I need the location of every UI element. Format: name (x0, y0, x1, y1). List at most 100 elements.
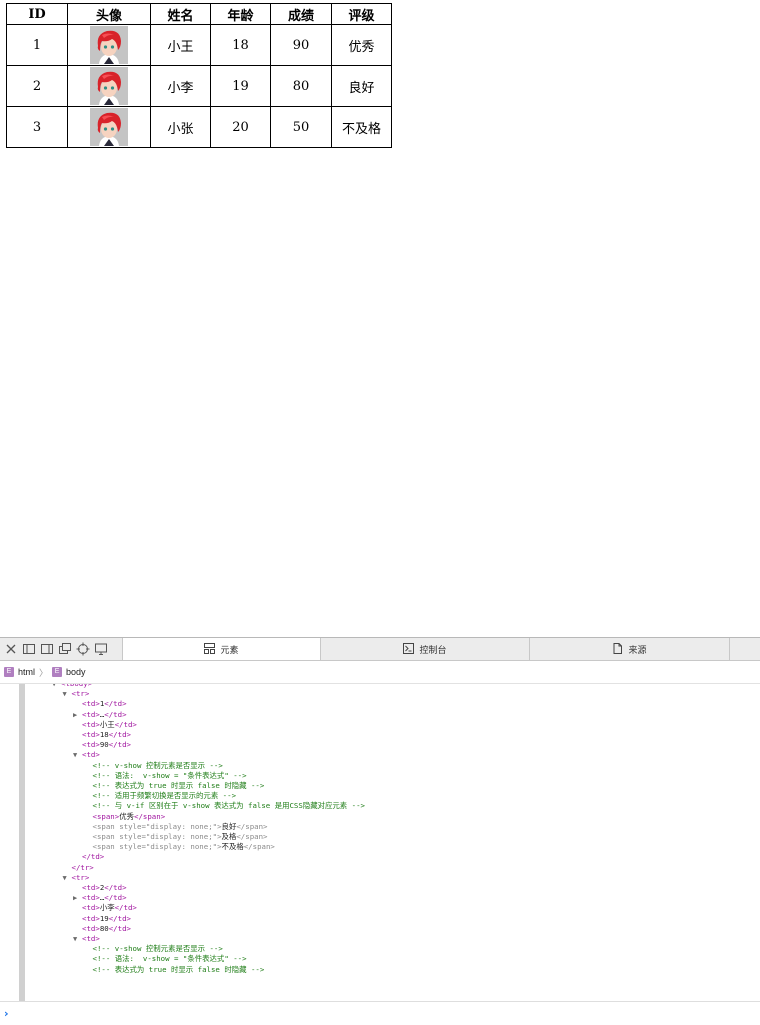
disclosure-expanded-icon[interactable]: ▼ (63, 689, 72, 699)
tab-console-label: 控制台 (419, 644, 447, 655)
dom-node-line[interactable]: <td>19</td> (73, 914, 131, 924)
dom-node-line[interactable]: <!-- 表达式为 true 时显示 false 时隐藏 --> (84, 781, 265, 791)
dom-text: 90 (99, 740, 109, 750)
dom-node-line[interactable]: <!-- 与 v-if 区别在于 v-show 表达式为 false 是用CSS… (84, 801, 365, 811)
breadcrumb-html[interactable]: E html (4, 667, 35, 677)
disclosure-expanded-icon[interactable]: ▼ (73, 750, 82, 760)
tab-elements[interactable]: 元素 (122, 638, 320, 660)
dom-node-line[interactable]: <td>80</td> (73, 924, 131, 934)
dom-tree: ▼<tbody>▼<tr><td>1</td>▶<td>…</td><td>小王… (0, 684, 760, 1002)
devtools-panel: 元素 控制台 来源 E html 〉 E body ▼<tbody>▼<tr><… (0, 637, 760, 1025)
tab-elements-label: 元素 (220, 644, 239, 655)
document-icon (612, 642, 623, 656)
dom-tag: </td> (104, 709, 127, 719)
element-badge-icon: E (52, 667, 63, 677)
dom-tag: <span style="display: none;"> (92, 832, 222, 841)
dom-node-line[interactable]: <!-- 语法: v-show = "条件表达式" --> (84, 771, 247, 781)
dom-node-line[interactable]: <td>1</td> (73, 699, 127, 709)
avatar (90, 108, 128, 146)
tab-overflow (729, 638, 760, 660)
dom-tag: <td> (82, 883, 100, 892)
dom-tag: <td> (82, 719, 100, 729)
dom-node-line[interactable]: <td>18</td> (73, 730, 131, 740)
dom-node-line[interactable]: <!-- 表达式为 true 时显示 false 时隐藏 --> (84, 965, 265, 975)
dom-tag: <td> (82, 934, 100, 943)
dom-tag: <td> (82, 730, 100, 739)
table-row: 1 小王 18 90 优秀 (6, 24, 392, 66)
cell-id: 1 (6, 24, 68, 66)
dom-node-line[interactable]: <span style="display: none;">及格</span> (84, 832, 268, 842)
disclosure-collapsed-icon[interactable]: ▶ (73, 893, 82, 903)
dom-node-line[interactable]: <!-- v-show 控制元素是否显示 --> (84, 761, 223, 771)
dom-comment: <!-- 适用于频繁切换是否显示的元素 --> (92, 791, 237, 801)
breadcrumb-body[interactable]: E body (52, 667, 86, 677)
dom-comment: <!-- 与 v-if 区别在于 v-show 表达式为 false 是用CSS… (92, 801, 365, 811)
header-id: ID (6, 3, 68, 25)
dom-tag: </td> (104, 883, 127, 892)
cell-score: 80 (270, 65, 332, 107)
header-name: 姓名 (150, 3, 211, 25)
dock-left-icon[interactable] (22, 642, 36, 656)
dom-node-line[interactable]: ▼ <td> (73, 750, 100, 760)
dom-node-line[interactable]: <td>2</td> (73, 883, 127, 893)
disclosure-expanded-icon[interactable]: ▼ (73, 934, 82, 944)
elements-icon (204, 642, 216, 656)
dom-text: 19 (99, 913, 109, 923)
dom-node-line[interactable]: </tr> (63, 863, 94, 873)
dom-tag: <td> (82, 740, 100, 750)
dom-node-line[interactable]: ▶ <td>…</td> (73, 710, 127, 720)
breadcrumb-body-label: body (66, 667, 86, 677)
element-picker-icon[interactable] (76, 642, 90, 656)
dom-node-line[interactable]: <span style="display: none;">不及格</span> (84, 842, 275, 852)
dom-comment: <!-- 语法: v-show = "条件表达式" --> (92, 954, 247, 964)
dom-node-line[interactable]: <span>优秀</span> (84, 812, 166, 822)
header-avatar: 头像 (67, 3, 151, 25)
dom-node-line[interactable]: <span style="display: none;">良好</span> (84, 822, 268, 832)
dom-tag: </span> (236, 832, 268, 841)
dom-text: 小王 (99, 719, 115, 729)
disclosure-expanded-icon[interactable]: ▼ (63, 873, 72, 883)
cell-grade: 不及格 (331, 106, 392, 148)
cell-id: 2 (6, 65, 68, 107)
breadcrumb-separator-icon: 〉 (39, 667, 49, 678)
disclosure-collapsed-icon[interactable]: ▶ (73, 710, 82, 720)
cell-score: 50 (270, 106, 332, 148)
dom-node-line[interactable]: <td>90</td> (73, 740, 131, 750)
dom-tag: <td> (82, 893, 100, 903)
dom-node-line[interactable]: ▼ <tr> (63, 873, 90, 883)
device-icon[interactable] (94, 642, 108, 656)
cell-name: 小张 (150, 106, 211, 148)
cell-score: 90 (270, 24, 332, 66)
console-prompt[interactable]: › (0, 1001, 760, 1025)
dom-tag: <td> (82, 699, 100, 709)
breadcrumb: E html 〉 E body (0, 661, 760, 684)
dom-node-line[interactable]: <td>小王</td> (73, 720, 137, 730)
dom-node-line[interactable]: <!-- 语法: v-show = "条件表达式" --> (84, 954, 247, 964)
dom-comment: <!-- 语法: v-show = "条件表达式" --> (92, 770, 247, 780)
dom-tag: </td> (108, 913, 131, 923)
dom-comment: <!-- v-show 控制元素是否显示 --> (92, 944, 223, 954)
dom-tag: <tr> (71, 689, 90, 699)
dom-node-line[interactable]: ▼ <tr> (63, 689, 90, 699)
dom-tag: <span style="display: none;"> (92, 821, 222, 831)
tree-gutter (19, 684, 25, 1002)
tab-console[interactable]: 控制台 (320, 638, 529, 660)
dom-node-line[interactable]: <td>小李</td> (73, 903, 137, 913)
dom-node-line[interactable]: <!-- v-show 控制元素是否显示 --> (84, 944, 223, 954)
table-row: 2 小李 19 80 良好 (6, 65, 392, 107)
dom-tag: </td> (108, 740, 131, 750)
undock-icon[interactable] (58, 642, 72, 656)
dom-tag: </tr> (71, 862, 94, 872)
dom-node-line[interactable]: ▶ <td>…</td> (73, 893, 127, 903)
dom-text: 不及格 (221, 842, 244, 852)
dom-node-line[interactable]: ▼ <td> (73, 934, 100, 944)
dom-node-line[interactable]: </td> (73, 852, 104, 862)
tab-sources[interactable]: 来源 (529, 638, 729, 660)
dom-node-line[interactable]: <!-- 适用于频繁切换是否显示的元素 --> (84, 791, 237, 801)
dock-right-icon[interactable] (40, 642, 54, 656)
dom-tag: <tbody> (61, 684, 92, 688)
close-icon[interactable] (4, 642, 18, 656)
dom-tag: <tr> (71, 872, 90, 882)
disclosure-expanded-icon[interactable]: ▼ (52, 684, 61, 689)
cell-age: 19 (210, 65, 271, 107)
